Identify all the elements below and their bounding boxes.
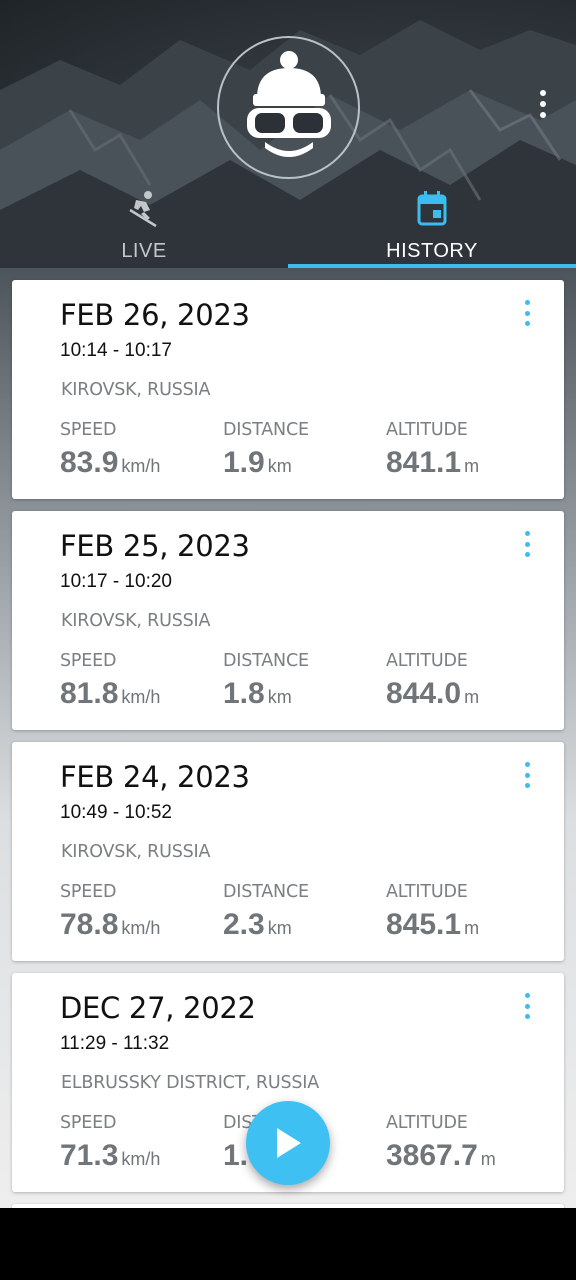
altitude-stat: ALTITUDE 845.1 m — [386, 882, 479, 942]
speed-unit: km/h — [121, 918, 161, 938]
speed-unit: km/h — [121, 456, 161, 476]
speed-unit: km/h — [121, 1149, 161, 1169]
altitude-unit: m — [480, 1149, 496, 1169]
altitude-unit: m — [464, 456, 480, 476]
skier-goggles-beanie-icon — [247, 51, 331, 157]
start-tracking-button[interactable] — [246, 1101, 330, 1185]
skier-icon — [129, 191, 157, 228]
altitude-value: 841.1 — [386, 446, 462, 479]
altitude-label: ALTITUDE — [386, 420, 468, 440]
session-time: 10:14 - 10:17 — [60, 340, 172, 361]
active-tab-indicator — [288, 264, 576, 268]
speed-stat: SPEED 71.3 km/h — [60, 1113, 160, 1173]
altitude-stat: ALTITUDE 844.0 m — [386, 651, 479, 711]
speed-label: SPEED — [60, 651, 117, 671]
calendar-icon — [417, 191, 447, 226]
altitude-value: 3867.7 — [386, 1139, 478, 1172]
session-location: ELBRUSSKY DISTRICT, RUSSIA — [61, 1073, 320, 1093]
distance-unit: km — [267, 687, 292, 707]
speed-value: 81.8 — [60, 677, 119, 710]
distance-label: DISTANCE — [223, 420, 309, 440]
session-location: KIROVSK, RUSSIA — [61, 611, 211, 631]
session-card[interactable]: FEB 26, 2023 10:14 - 10:17 KIROVSK, RUSS… — [12, 280, 564, 499]
speed-stat: SPEED 81.8 km/h — [60, 651, 160, 711]
session-date: FEB 25, 2023 — [60, 529, 250, 563]
speed-label: SPEED — [60, 1113, 117, 1133]
app-screen: LIVE HISTORY FEB 26, 2023 10:14 - 10:17 … — [0, 0, 576, 1208]
distance-value: 1.9 — [223, 446, 265, 479]
session-date: FEB 24, 2023 — [60, 760, 250, 794]
overflow-menu-button[interactable] — [528, 88, 558, 120]
speed-unit: km/h — [121, 687, 161, 707]
session-card[interactable]: FEB 24, 2023 10:49 - 10:52 KIROVSK, RUSS… — [12, 742, 564, 961]
card-menu-button[interactable] — [522, 531, 532, 557]
speed-value: 71.3 — [60, 1139, 119, 1172]
card-menu-button[interactable] — [522, 993, 532, 1019]
session-location: KIROVSK, RUSSIA — [61, 842, 211, 862]
altitude-value: 844.0 — [386, 677, 462, 710]
altitude-stat: ALTITUDE 3867.7 m — [386, 1113, 496, 1173]
distance-value: 1.8 — [223, 677, 265, 710]
session-time: 10:17 - 10:20 — [60, 571, 172, 592]
speed-stat: SPEED 78.8 km/h — [60, 882, 160, 942]
altitude-label: ALTITUDE — [386, 882, 468, 902]
speed-label: SPEED — [60, 882, 117, 902]
distance-unit: km — [267, 456, 292, 476]
speed-value: 83.9 — [60, 446, 119, 479]
altitude-value: 845.1 — [386, 908, 462, 941]
tab-history-label: HISTORY — [386, 240, 478, 262]
distance-stat: DISTANCE 1.8 km — [223, 651, 309, 711]
altitude-stat: ALTITUDE 841.1 m — [386, 420, 479, 480]
distance-value: 2.3 — [223, 908, 265, 941]
session-time: 11:29 - 11:32 — [60, 1033, 170, 1054]
distance-stat: DISTANCE 1.9 km — [223, 420, 309, 480]
distance-label: DISTANCE — [223, 882, 309, 902]
speed-value: 78.8 — [60, 908, 119, 941]
play-icon — [277, 1128, 301, 1158]
app-header: LIVE HISTORY — [0, 0, 576, 268]
session-time: 10:49 - 10:52 — [60, 802, 172, 823]
card-menu-button[interactable] — [522, 300, 532, 326]
session-card[interactable]: FEB 25, 2023 10:17 - 10:20 KIROVSK, RUSS… — [12, 511, 564, 730]
altitude-unit: m — [464, 687, 480, 707]
session-date: FEB 26, 2023 — [60, 298, 250, 332]
altitude-label: ALTITUDE — [386, 651, 468, 671]
altitude-unit: m — [464, 918, 480, 938]
speed-stat: SPEED 83.9 km/h — [60, 420, 160, 480]
distance-label: DISTANCE — [223, 651, 309, 671]
session-date: DEC 27, 2022 — [60, 991, 256, 1025]
system-navigation-bar — [0, 1208, 576, 1280]
speed-label: SPEED — [60, 420, 117, 440]
session-location: KIROVSK, RUSSIA — [61, 380, 211, 400]
altitude-label: ALTITUDE — [386, 1113, 468, 1133]
tab-history[interactable]: HISTORY — [288, 180, 576, 268]
distance-unit: km — [267, 918, 292, 938]
tab-live-label: LIVE — [121, 240, 167, 262]
card-menu-button[interactable] — [522, 762, 532, 788]
distance-stat: DISTANCE 2.3 km — [223, 882, 309, 942]
tab-live[interactable]: LIVE — [0, 180, 288, 268]
app-logo — [217, 36, 360, 179]
